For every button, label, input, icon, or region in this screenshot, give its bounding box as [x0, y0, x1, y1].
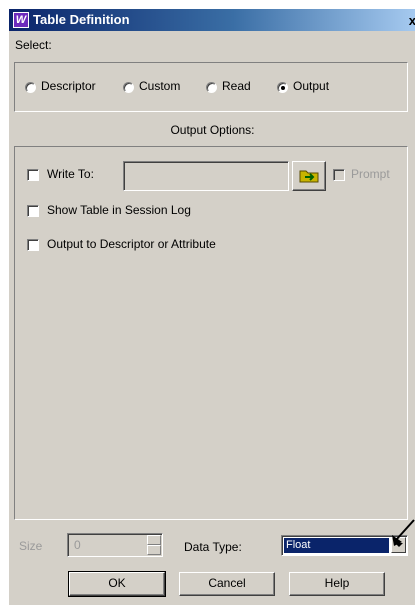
show-table-label[interactable]: Show Table in Session Log: [47, 203, 191, 217]
radio-custom-label[interactable]: Custom: [139, 79, 180, 93]
size-spinner[interactable]: 0: [67, 533, 163, 557]
write-to-checkbox[interactable]: [27, 169, 39, 181]
radio-output[interactable]: [277, 82, 288, 93]
pointer-arrow-icon: [392, 519, 415, 546]
browse-button[interactable]: [292, 161, 326, 191]
write-to-input[interactable]: [123, 161, 289, 191]
show-table-checkbox[interactable]: [27, 205, 39, 217]
output-descriptor-label[interactable]: Output to Descriptor or Attribute: [47, 237, 216, 251]
cancel-button[interactable]: Cancel: [179, 572, 275, 596]
output-descriptor-checkbox[interactable]: [27, 239, 39, 251]
help-button[interactable]: Help: [289, 572, 385, 596]
radio-read[interactable]: [206, 82, 217, 93]
prompt-label[interactable]: Prompt: [351, 167, 390, 181]
app-icon: W: [13, 12, 29, 28]
radio-output-label[interactable]: Output: [293, 79, 329, 93]
size-down-button[interactable]: [147, 545, 161, 555]
prompt-checkbox[interactable]: [333, 169, 345, 181]
select-label: Select:: [15, 38, 52, 52]
radio-custom[interactable]: [123, 82, 134, 93]
folder-browse-icon: [299, 170, 319, 183]
output-options-heading: Output Options:: [170, 123, 255, 137]
radio-descriptor-label[interactable]: Descriptor: [41, 79, 96, 93]
close-icon[interactable]: x: [409, 13, 415, 28]
output-options-panel: Write To: Prompt Show Table in Session L…: [14, 146, 408, 520]
write-to-label[interactable]: Write To:: [47, 167, 94, 181]
select-radio-group: Descriptor Custom Read Output: [14, 62, 408, 112]
data-type-value: Float: [284, 538, 389, 553]
radio-descriptor[interactable]: [25, 82, 36, 93]
title-bar[interactable]: W Table Definition x: [9, 9, 415, 31]
ok-button[interactable]: OK: [68, 571, 166, 597]
data-type-select[interactable]: Float: [281, 535, 408, 556]
data-type-label: Data Type:: [184, 540, 242, 554]
radio-read-label[interactable]: Read: [222, 79, 251, 93]
size-value: 0: [74, 538, 81, 552]
size-label: Size: [19, 539, 43, 553]
table-definition-dialog: W Table Definition x Select: Descriptor …: [8, 8, 415, 605]
size-up-button[interactable]: [147, 535, 161, 545]
window-title: Table Definition: [33, 12, 130, 27]
